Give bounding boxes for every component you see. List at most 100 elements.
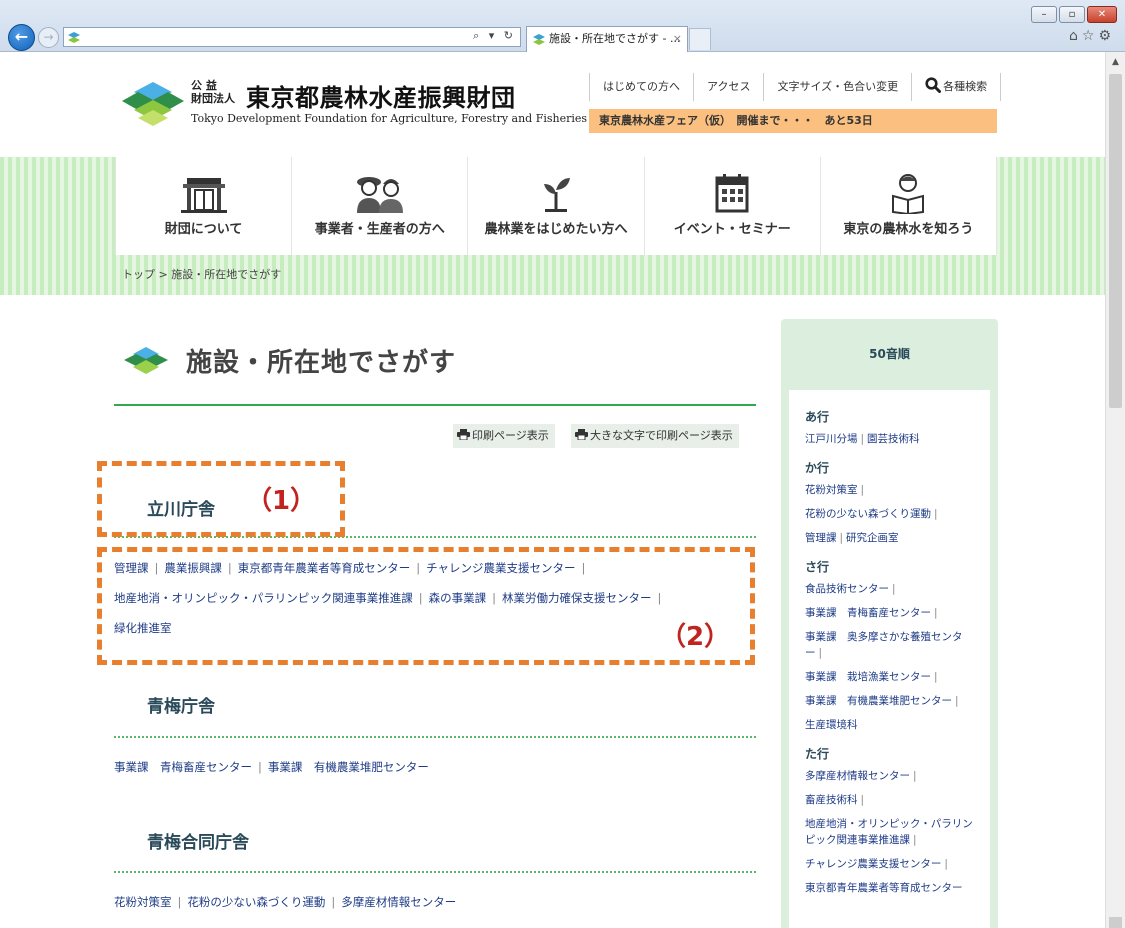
event-countdown-banner[interactable]: 東京農林水産フェア（仮） 開催まで・・・ あと53日 — [589, 109, 997, 133]
sidebar-link[interactable]: 事業課 栽培漁業センター — [805, 671, 931, 683]
nav-label-start-farming: 農林業をはじめたい方へ — [484, 222, 628, 237]
tab-close-icon[interactable]: × — [673, 27, 682, 51]
sidebar-index: 50音順 あ行 江戸川分場 | 園芸技術科 か行 花粉対策室 | 花粉の少ない森づくり… — [781, 319, 998, 928]
section-links-ome: 事業課 青梅畜産センター | 事業課 有機農業堆肥センター — [114, 760, 429, 774]
nav-item-learn[interactable]: 東京の農林水を知ろう — [821, 157, 998, 255]
logo-org-name-en: Tokyo Development Foundation for Agricul… — [191, 112, 588, 125]
util-link-access[interactable]: アクセス — [693, 73, 763, 101]
facility-link[interactable]: 事業課 有機農業堆肥センター — [268, 760, 429, 774]
new-tab-button[interactable] — [689, 28, 711, 50]
callout-label-1: （1） — [246, 486, 317, 516]
sidebar-link[interactable]: 江戸川分場 — [805, 433, 858, 445]
print-large-text-label: 大きな文字で印刷ページ表示 — [590, 429, 733, 442]
home-icon[interactable]: ⌂ — [1069, 28, 1082, 44]
sidebar-link[interactable]: 園芸技術科 — [867, 433, 920, 445]
printer-icon — [457, 429, 470, 440]
nav-label-events: イベント・セミナー — [673, 222, 791, 237]
facility-link[interactable]: 花粉の少ない森づくり運動 — [187, 895, 325, 909]
sidebar-link[interactable]: 花粉の少ない森づくり運動 — [805, 508, 931, 520]
farmers-icon — [356, 177, 403, 213]
sidebar-link[interactable]: 事業課 奥多摩さかな養殖センター — [805, 631, 963, 659]
sidebar-link[interactable]: 東京都青年農業者等育成センター — [805, 882, 963, 894]
facility-link[interactable]: 事業課 青梅畜産センター — [114, 760, 252, 774]
close-window-button[interactable]: ✕ — [1087, 6, 1117, 23]
browser-toolbar-icons: ⌂☆⚙ — [1069, 28, 1115, 44]
facility-link[interactable]: 多摩産材情報センター — [341, 895, 456, 909]
sidebar-list: あ行 江戸川分場 | 園芸技術科 か行 花粉対策室 | 花粉の少ない森づくり運動 | 管… — [789, 390, 990, 928]
section-links-ome-joint: 花粉対策室 | 花粉の少ない森づくり運動 | 多摩産材情報センター — [114, 895, 457, 909]
util-link-search[interactable]: 各種検索 — [911, 73, 1002, 101]
section-divider — [114, 736, 756, 738]
address-tools[interactable]: ⌕ ▾ ↻ — [473, 29, 516, 43]
scrollbar-lower-segment — [1109, 917, 1122, 928]
utility-nav: はじめての方へ アクセス 文字サイズ・色合い変更 各種検索 — [589, 73, 1002, 101]
section-divider — [114, 871, 756, 873]
building-icon — [180, 178, 227, 213]
sidebar-link[interactable]: 食品技術センター — [805, 583, 889, 595]
reader-icon — [892, 174, 925, 214]
sidebar-group-ta: た行 — [805, 747, 830, 761]
sidebar-link[interactable]: 事業課 有機農業堆肥センター — [805, 695, 952, 707]
logo-hojin-bottom: 財団法人 — [191, 92, 235, 105]
print-page-label: 印刷ページ表示 — [472, 429, 549, 442]
sidebar-link[interactable]: チャレンジ農業支援センター — [805, 858, 941, 870]
scroll-up-arrow-icon[interactable]: ▲ — [1106, 52, 1125, 72]
callout-box-2 — [97, 547, 755, 665]
vertical-scrollbar[interactable]: ▲ — [1105, 52, 1125, 928]
util-link-search-label: 各種検索 — [943, 80, 988, 93]
calendar-icon — [715, 174, 749, 213]
nav-label-business: 事業者・生産者の方へ — [314, 222, 445, 237]
minimize-button[interactable]: – — [1031, 6, 1057, 23]
main-nav: 財団について 事業者・生産者の方へ 農林業をはじめたい方へ イベント・セミナー — [115, 157, 998, 255]
site-logo[interactable]: 公 益 財団法人 東京都農林水産振興財団 Tokyo Development F… — [122, 76, 587, 128]
print-page-button[interactable]: 印刷ページ表示 — [453, 424, 555, 448]
sidebar-link[interactable]: 事業課 青梅畜産センター — [805, 607, 931, 619]
facility-link[interactable]: 花粉対策室 — [114, 895, 172, 909]
print-large-text-button[interactable]: 大きな文字で印刷ページ表示 — [571, 424, 739, 448]
nav-item-about[interactable]: 財団について — [115, 157, 293, 255]
address-bar[interactable]: ⌕ ▾ ↻ — [63, 27, 521, 47]
printer-icon — [575, 429, 588, 440]
tab-favicon-icon — [533, 34, 545, 45]
nav-item-events[interactable]: イベント・セミナー — [645, 157, 821, 255]
window-controls: – ▫ ✕ — [1031, 6, 1117, 23]
sidebar-link[interactable]: 地産地消・オリンピック・パラリンピック関連事業推進課 — [805, 818, 973, 846]
restore-button[interactable]: ▫ — [1059, 6, 1085, 23]
sidebar-link[interactable]: 管理課 — [805, 532, 837, 544]
scrollbar-thumb[interactable] — [1109, 74, 1122, 408]
sidebar-group-ka: か行 — [805, 461, 830, 475]
breadcrumb[interactable]: トップ > 施設・所在地でさがす — [122, 266, 281, 282]
sidebar-link[interactable]: 畜産技術科 — [805, 794, 858, 806]
browser-tab-active[interactable]: 施設・所在地でさがす - ... × — [526, 26, 688, 52]
page-title: 施設・所在地でさがす — [186, 348, 457, 378]
sidebar-group-a: あ行 — [805, 410, 830, 424]
util-link-first-visit[interactable]: はじめての方へ — [589, 73, 693, 101]
sidebar-link[interactable]: 生産環境科 — [805, 719, 858, 731]
logo-diamonds-icon — [122, 82, 184, 126]
back-button[interactable]: ← — [8, 24, 35, 51]
sidebar-link[interactable]: 研究企画室 — [846, 532, 899, 544]
settings-gear-icon[interactable]: ⚙ — [1098, 28, 1115, 44]
sidebar-group-sa: さ行 — [805, 560, 830, 574]
logo-hojin-top: 公 益 — [191, 79, 217, 92]
sidebar-link[interactable]: 花粉対策室 — [805, 484, 858, 496]
util-link-font-color[interactable]: 文字サイズ・色合い変更 — [763, 73, 911, 101]
sidebar-title: 50音順 — [869, 347, 910, 361]
title-diamonds-icon — [124, 347, 168, 374]
nav-label-about: 財団について — [164, 222, 243, 237]
forward-button[interactable]: → — [38, 27, 59, 48]
browser-chrome: – ▫ ✕ ← → ⌕ ▾ ↻ 施設・所在地でさがす - ... × ⌂☆⚙ — [0, 0, 1125, 52]
favorites-star-icon[interactable]: ☆ — [1082, 28, 1099, 44]
section-heading-ome: 青梅庁舎 — [147, 697, 215, 717]
title-underline — [114, 404, 756, 406]
nav-item-start-farming[interactable]: 農林業をはじめたい方へ — [468, 157, 645, 255]
logo-hojin-label: 公 益 財団法人 — [191, 79, 245, 105]
logo-org-name: 東京都農林水産振興財団 — [246, 84, 516, 112]
sprout-icon — [544, 178, 570, 212]
tab-title: 施設・所在地でさがす - ... — [549, 32, 681, 45]
search-icon — [925, 77, 942, 93]
sidebar-link[interactable]: 多摩産材情報センター — [805, 770, 910, 782]
nav-label-learn: 東京の農林水を知ろう — [843, 222, 974, 237]
nav-item-business[interactable]: 事業者・生産者の方へ — [292, 157, 469, 255]
callout-label-2: （2） — [660, 622, 731, 652]
